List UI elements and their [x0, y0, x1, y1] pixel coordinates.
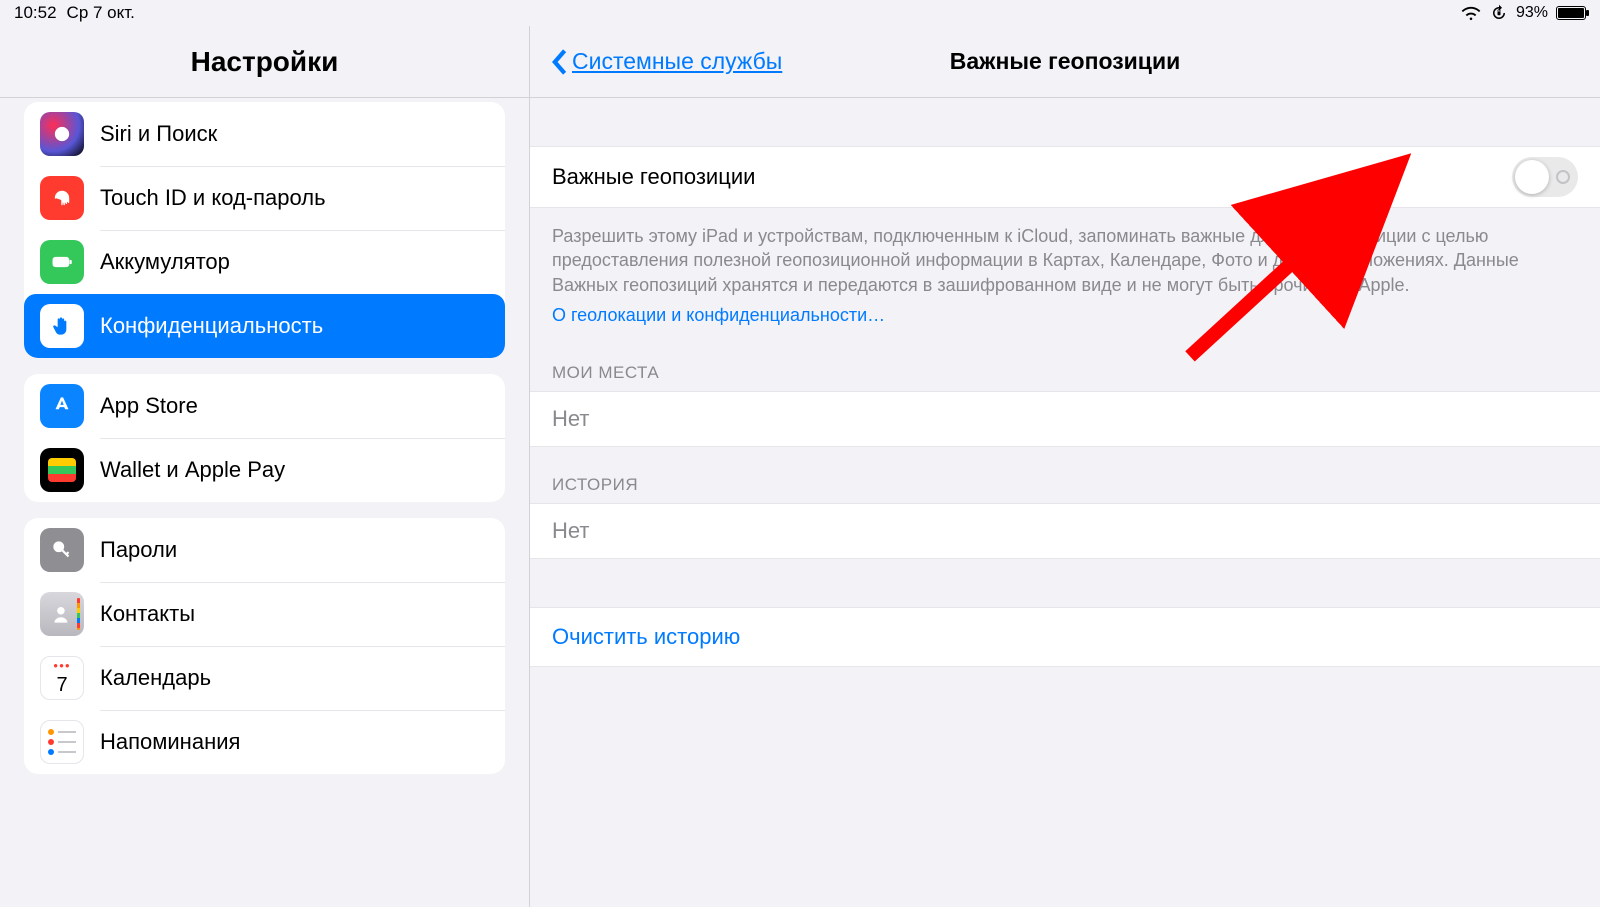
appstore-icon	[40, 384, 84, 428]
detail-title: Важные геопозиции	[950, 48, 1180, 75]
sidebar-group-2: App Store Wallet и Apple Pay	[24, 374, 505, 502]
clear-history-button[interactable]: Очистить историю	[530, 607, 1600, 667]
detail-pane: Системные службы Важные геопозиции Важны…	[530, 26, 1600, 907]
wifi-icon	[1460, 5, 1482, 21]
sidebar-group-1: Siri и Поиск Touch ID и код-пароль Аккум…	[24, 102, 505, 358]
contacts-icon	[40, 592, 84, 636]
sidebar-title: Настройки	[0, 26, 529, 98]
sidebar-item-label: Контакты	[100, 601, 195, 627]
section-header-history: ИСТОРИЯ	[530, 447, 1600, 503]
battery-icon	[40, 240, 84, 284]
settings-sidebar: Настройки Siri и Поиск Touch ID и код-па…	[0, 26, 530, 907]
sidebar-item-label: Пароли	[100, 537, 177, 563]
sidebar-item-touchid[interactable]: Touch ID и код-пароль	[24, 166, 505, 230]
toggle-row-significant-locations: Важные геопозиции	[530, 146, 1600, 208]
status-time: 10:52	[14, 3, 57, 23]
status-bar: 10:52 Ср 7 окт. 93%	[0, 0, 1600, 26]
sidebar-item-label: Аккумулятор	[100, 249, 230, 275]
sidebar-item-contacts[interactable]: Контакты	[24, 582, 505, 646]
calendar-icon: ●●● 7	[40, 656, 84, 700]
sidebar-item-appstore[interactable]: App Store	[24, 374, 505, 438]
privacy-link[interactable]: О геолокации и конфиденциальности…	[552, 303, 885, 327]
sidebar-item-label: Конфиденциальность	[100, 313, 323, 339]
history-value: Нет	[530, 503, 1600, 559]
sidebar-item-label: App Store	[100, 393, 198, 419]
chevron-left-icon	[550, 48, 568, 76]
status-date: Ср 7 окт.	[67, 3, 135, 23]
battery-icon	[1556, 6, 1586, 20]
sidebar-item-passwords[interactable]: Пароли	[24, 518, 505, 582]
sidebar-item-label: Wallet и Apple Pay	[100, 457, 285, 483]
battery-percent: 93%	[1516, 4, 1548, 22]
wallet-icon	[40, 448, 84, 492]
sidebar-item-label: Календарь	[100, 665, 211, 691]
places-value: Нет	[530, 391, 1600, 447]
sidebar-item-reminders[interactable]: Напоминания	[24, 710, 505, 774]
sidebar-item-calendar[interactable]: ●●● 7 Календарь	[24, 646, 505, 710]
detail-header: Системные службы Важные геопозиции	[530, 26, 1600, 98]
sidebar-item-wallet[interactable]: Wallet и Apple Pay	[24, 438, 505, 502]
sidebar-item-label: Touch ID и код-пароль	[100, 185, 326, 211]
footer-description: Разрешить этому iPad и устройствам, подк…	[530, 208, 1600, 335]
sidebar-item-label: Напоминания	[100, 729, 240, 755]
reminders-icon	[40, 720, 84, 764]
toggle-switch[interactable]	[1512, 157, 1578, 197]
fingerprint-icon	[40, 176, 84, 220]
back-label: Системные службы	[572, 48, 782, 75]
toggle-label: Важные геопозиции	[552, 164, 755, 190]
key-icon	[40, 528, 84, 572]
sidebar-item-label: Siri и Поиск	[100, 121, 217, 147]
orientation-lock-icon	[1490, 4, 1508, 22]
sidebar-item-siri[interactable]: Siri и Поиск	[24, 102, 505, 166]
back-button[interactable]: Системные службы	[550, 48, 782, 76]
sidebar-group-3: Пароли Контакты ●●● 7 Календ	[24, 518, 505, 774]
hand-icon	[40, 304, 84, 348]
sidebar-item-privacy[interactable]: Конфиденциальность	[24, 294, 505, 358]
sidebar-item-battery[interactable]: Аккумулятор	[24, 230, 505, 294]
siri-icon	[40, 112, 84, 156]
section-header-places: МОИ МЕСТА	[530, 335, 1600, 391]
